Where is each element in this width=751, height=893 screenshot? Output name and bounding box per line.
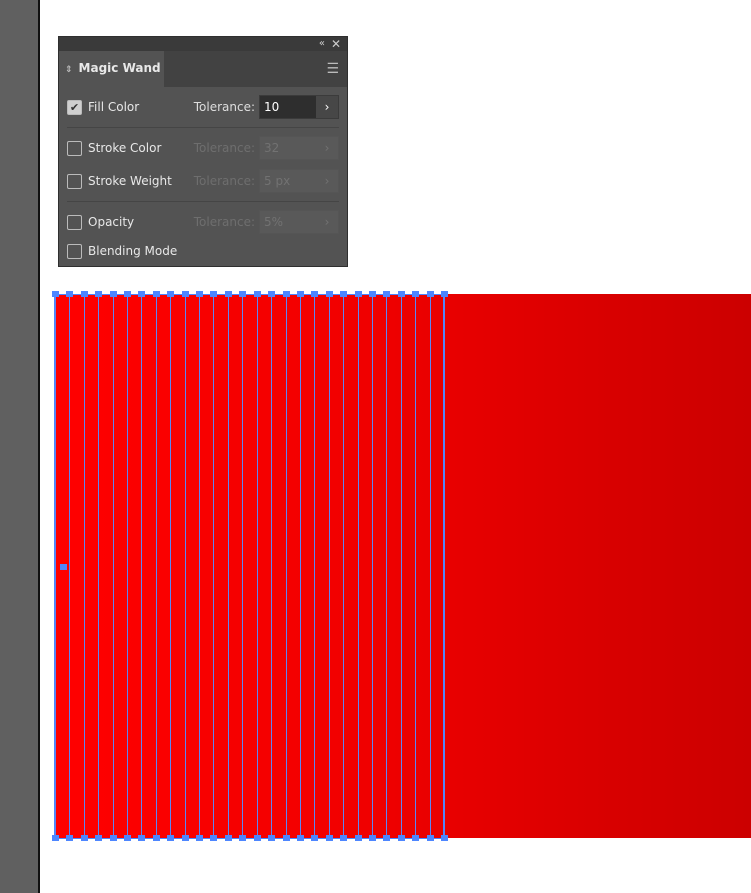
anchor-handle[interactable]: [95, 835, 103, 841]
stroke-color-tolerance-field: 32 ›: [259, 136, 339, 160]
anchor-handle[interactable]: [282, 835, 290, 841]
anchor-handle[interactable]: [325, 291, 333, 297]
anchor-handle[interactable]: [340, 835, 348, 841]
anchor-handle[interactable]: [80, 835, 88, 841]
anchor-handle[interactable]: [210, 291, 218, 297]
anchor-handle[interactable]: [124, 835, 132, 841]
fill-color-checkbox[interactable]: ✔: [67, 99, 82, 115]
anchor-handle[interactable]: [383, 835, 391, 841]
tab-arrows-icon: ⇕: [65, 65, 73, 75]
anchor-handle[interactable]: [368, 835, 376, 841]
anchor-handle[interactable]: [441, 835, 448, 841]
anchor-handle[interactable]: [66, 835, 74, 841]
selection-bounding-box[interactable]: [54, 294, 444, 839]
anchor-handle[interactable]: [224, 835, 232, 841]
opacity-row: Opacity Tolerance: 5% ›: [67, 210, 339, 234]
anchor-handle[interactable]: [152, 291, 160, 297]
anchor-handle[interactable]: [109, 291, 117, 297]
anchor-handle[interactable]: [95, 291, 103, 297]
opacity-checkbox[interactable]: [67, 214, 82, 230]
anchor-handle[interactable]: [196, 291, 204, 297]
anchor-handle[interactable]: [109, 835, 117, 841]
anchor-handle[interactable]: [167, 291, 175, 297]
anchor-handle[interactable]: [167, 835, 175, 841]
anchor-handle[interactable]: [253, 835, 261, 841]
anchor-handle[interactable]: [80, 291, 88, 297]
anchor-handle[interactable]: [138, 291, 146, 297]
panel-titlebar[interactable]: « ✕: [59, 37, 347, 51]
anchor-handle[interactable]: [239, 835, 247, 841]
anchor-handle[interactable]: [239, 291, 247, 297]
magic-wand-panel: « ✕ ⇕ Magic Wand ☰ ✔ Fill Color Tolerance…: [58, 36, 348, 267]
anchor-handle[interactable]: [124, 291, 132, 297]
collapse-icon[interactable]: «: [319, 37, 325, 51]
center-handle[interactable]: [60, 564, 67, 570]
anchor-handle[interactable]: [138, 835, 146, 841]
tools-sidebar: [0, 0, 40, 893]
chevron-right-icon[interactable]: ›: [316, 96, 338, 118]
chevron-right-icon: ›: [324, 174, 330, 188]
anchor-handle[interactable]: [282, 291, 290, 297]
anchor-handle[interactable]: [354, 835, 362, 841]
anchor-handle[interactable]: [441, 291, 448, 297]
fill-color-row: ✔ Fill Color Tolerance: 10 ›: [67, 95, 339, 119]
fill-tolerance-field[interactable]: 10 ›: [259, 95, 339, 119]
anchor-handle[interactable]: [52, 835, 59, 841]
tab-magic-wand[interactable]: ⇕ Magic Wand: [59, 51, 164, 87]
anchor-handle[interactable]: [181, 835, 189, 841]
anchor-handle[interactable]: [426, 291, 434, 297]
anchor-handle[interactable]: [412, 291, 420, 297]
anchor-handle[interactable]: [426, 835, 434, 841]
anchor-handle[interactable]: [181, 291, 189, 297]
anchor-handle[interactable]: [224, 291, 232, 297]
opacity-tolerance-field: 5% ›: [259, 210, 339, 234]
anchor-handle[interactable]: [340, 291, 348, 297]
anchor-handle[interactable]: [325, 835, 333, 841]
panel-menu-icon[interactable]: ☰: [326, 61, 339, 77]
blending-mode-checkbox[interactable]: [67, 243, 82, 259]
blending-mode-row: Blending Mode: [67, 239, 339, 263]
anchor-handle[interactable]: [253, 291, 261, 297]
anchor-handle[interactable]: [268, 835, 276, 841]
close-icon[interactable]: ✕: [331, 37, 341, 51]
anchor-handle[interactable]: [66, 291, 74, 297]
chevron-right-icon: ›: [324, 215, 330, 229]
stroke-weight-tolerance-field: 5 px ›: [259, 169, 339, 193]
stroke-weight-checkbox[interactable]: [67, 173, 82, 189]
stroke-color-checkbox[interactable]: [67, 140, 82, 156]
anchor-handle[interactable]: [311, 291, 319, 297]
anchor-handle[interactable]: [152, 835, 160, 841]
stroke-color-row: Stroke Color Tolerance: 32 ›: [67, 136, 339, 160]
anchor-handle[interactable]: [210, 835, 218, 841]
anchor-handle[interactable]: [296, 291, 304, 297]
anchor-handle[interactable]: [412, 835, 420, 841]
anchor-handle[interactable]: [397, 835, 405, 841]
anchor-handle[interactable]: [368, 291, 376, 297]
anchor-handle[interactable]: [383, 291, 391, 297]
anchor-handle[interactable]: [354, 291, 362, 297]
anchor-handle[interactable]: [52, 291, 59, 297]
anchor-handle[interactable]: [268, 291, 276, 297]
anchor-handle[interactable]: [311, 835, 319, 841]
anchor-handle[interactable]: [296, 835, 304, 841]
chevron-right-icon: ›: [324, 141, 330, 155]
anchor-handle[interactable]: [397, 291, 405, 297]
anchor-handle[interactable]: [196, 835, 204, 841]
stroke-weight-row: Stroke Weight Tolerance: 5 px ›: [67, 169, 339, 193]
